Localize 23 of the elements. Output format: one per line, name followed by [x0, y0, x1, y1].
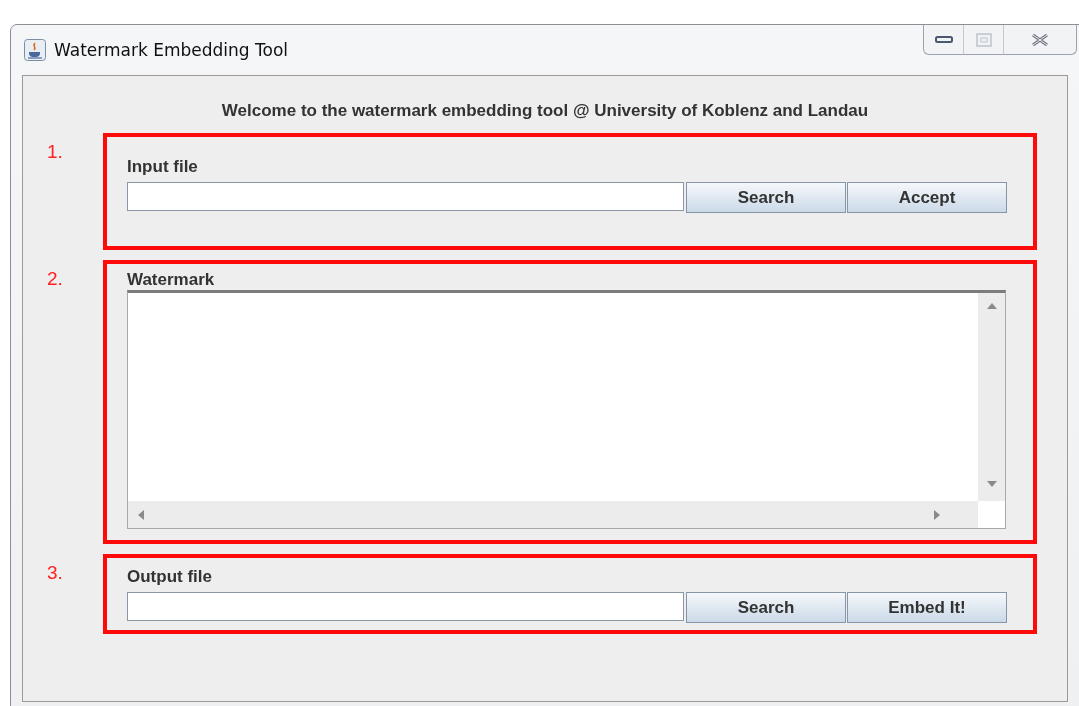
- left-arrow-icon[interactable]: [138, 509, 144, 520]
- section-label: Watermark: [127, 270, 216, 290]
- search-button[interactable]: Search: [686, 592, 846, 623]
- close-icon[interactable]: [1030, 32, 1050, 47]
- search-button[interactable]: Search: [686, 182, 846, 213]
- horizontal-scrollbar[interactable]: [128, 501, 978, 528]
- file-path-field[interactable]: [127, 592, 684, 621]
- window-title: Watermark Embedding Tool: [54, 40, 288, 60]
- section-label: Input file: [127, 157, 199, 177]
- step-number: 2.: [47, 267, 64, 291]
- section-label: Output file: [127, 567, 213, 587]
- vertical-scrollbar[interactable]: [978, 293, 1005, 501]
- up-arrow-icon[interactable]: [986, 303, 997, 309]
- coffee-cup-icon: [24, 39, 46, 61]
- down-arrow-icon[interactable]: [986, 481, 997, 487]
- step-number: 1.: [47, 140, 64, 164]
- right-arrow-icon[interactable]: [934, 509, 940, 520]
- minimize-icon[interactable]: [934, 35, 953, 44]
- action-button[interactable]: Accept: [847, 182, 1007, 213]
- action-button[interactable]: Embed It!: [847, 592, 1007, 623]
- welcome-text: Welcome to the watermark embedding tool @ University of Koblenz and Landau: [220, 101, 870, 122]
- step-number: 3.: [47, 561, 64, 585]
- file-path-field[interactable]: [127, 182, 684, 211]
